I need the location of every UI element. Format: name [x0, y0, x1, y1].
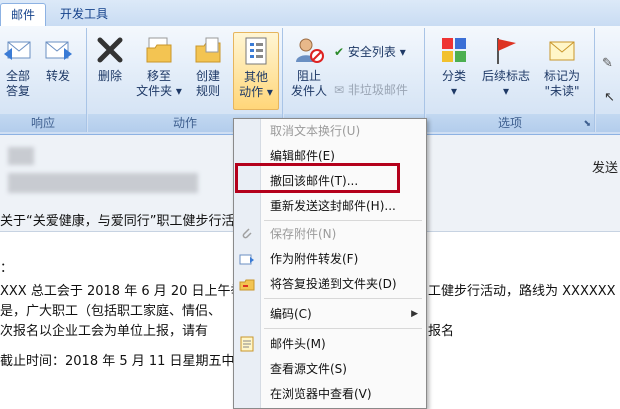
forward-button[interactable]: 转发 — [36, 32, 80, 108]
categorize-label-2: ▾ — [450, 84, 458, 98]
create-rule-label-1: 创建 — [195, 69, 220, 83]
block-sender-label-1: 阻止 — [296, 69, 321, 83]
follow-up-label-2: ▾ — [502, 84, 510, 98]
body-line-4: 次报名以企业工会为单位上报，请有 — [0, 324, 209, 339]
menu-item-label: 保存附件(N) — [270, 227, 337, 241]
safe-list-label: 安全列表 ▾ — [347, 45, 406, 59]
menu-item-label: 邮件头(M) — [270, 337, 326, 351]
tab-mail[interactable]: 邮件 — [0, 3, 47, 26]
email-subject: 关于“关爱健康，与爱同行”职工健步行活动 — [0, 214, 248, 229]
menu-item-encoding[interactable]: 编码(C) ▶ — [234, 302, 426, 326]
menu-item-label: 作为附件转发(F) — [270, 252, 359, 266]
partial-tool-icon[interactable]: ✎ — [602, 56, 613, 71]
recall-highlight-box — [235, 163, 400, 193]
group-junk: 阻止 发件人 ✔ 安全列表 ▾ ✉ 非垃圾邮件 — [284, 28, 425, 132]
reply-all-label-2: 答复 — [5, 84, 30, 98]
create-rule-button[interactable]: 创建 规则 — [186, 32, 230, 108]
redacted-recipients — [8, 173, 198, 193]
mark-unread-button[interactable]: 标记为 "未读" — [536, 32, 588, 108]
not-junk-icon: ✉ — [334, 83, 345, 97]
other-actions-menu: 取消文本换行(U) 编辑邮件(E) 撤回该邮件(T)... 重新发送这封邮件(H… — [233, 118, 427, 409]
move-label-1: 移至 — [146, 69, 171, 83]
move-label-2: 文件夹 ▾ — [136, 84, 182, 98]
group-options-label: 选项 — [426, 114, 594, 132]
tab-developer[interactable]: 开发工具 — [50, 3, 118, 25]
group-partial: ✎ ↖ — [596, 28, 620, 132]
reply-all-label-1: 全部 — [5, 69, 30, 83]
menu-item-label: 重新发送这封邮件(H)... — [270, 199, 396, 213]
menu-item-view-in-browser[interactable]: 在浏览器中查看(V) — [234, 382, 426, 406]
mark-unread-icon — [549, 41, 575, 61]
body-line-3: 是，广大职工（包括职工家庭、情侣、 — [0, 304, 222, 319]
create-rule-label-2: 规则 — [195, 84, 220, 98]
dialog-launcher-icon[interactable]: ⬊ — [583, 119, 591, 129]
body-line-1: ： — [0, 261, 14, 276]
block-sender-button[interactable]: 阻止 发件人 — [286, 32, 332, 108]
group-respond: 全部 答复 转发 响应 — [0, 28, 87, 132]
safe-list-button[interactable]: ✔ 安全列表 ▾ — [334, 42, 406, 62]
menu-item-deliver-replies-to-folder[interactable]: 将答复投递到文件夹(D) — [234, 272, 426, 296]
group-options: 分类 ▾ 后续标志 ▾ 标记为 "未读" 选项 ⬊ — [426, 28, 595, 132]
create-rule-icon — [195, 37, 221, 63]
menu-item-unwrap-text[interactable]: 取消文本换行(U) — [234, 119, 426, 143]
categorize-button[interactable]: 分类 ▾ — [432, 32, 476, 108]
menu-item-label: 取消文本换行(U) — [270, 124, 361, 138]
forward-attachment-icon — [239, 254, 254, 265]
follow-up-label-1: 后续标志 — [481, 69, 530, 83]
other-actions-label-1: 其他 — [243, 70, 268, 84]
menu-item-message-header[interactable]: 邮件头(M) — [234, 332, 426, 356]
delete-button[interactable]: 删除 — [88, 32, 132, 108]
safe-list-icon: ✔ — [334, 45, 345, 59]
forward-icon — [45, 41, 72, 60]
group-respond-label: 响应 — [0, 114, 86, 132]
reply-all-button[interactable]: 全部 答复 — [0, 32, 40, 108]
categorize-icon — [442, 38, 466, 62]
forward-label: 转发 — [45, 69, 70, 83]
not-junk-button[interactable]: ✉ 非垃圾邮件 — [334, 80, 408, 100]
menu-item-label: 编码(C) — [270, 307, 312, 321]
menu-item-label: 将答复投递到文件夹(D) — [270, 277, 397, 291]
block-sender-icon — [296, 38, 324, 63]
message-header-icon — [240, 336, 254, 352]
send-date-label: 发送 — [591, 161, 618, 176]
menu-item-save-attachments[interactable]: 保存附件(N) — [234, 222, 426, 246]
delete-label: 删除 — [97, 69, 122, 83]
menu-item-forward-as-attachment[interactable]: 作为附件转发(F) — [234, 247, 426, 271]
follow-up-flag-icon — [497, 38, 516, 64]
menu-separator — [264, 298, 422, 299]
other-actions-button[interactable]: 其他 动作 ▾ — [233, 32, 279, 110]
ribbon-tab-bar: 邮件 开发工具 — [0, 0, 620, 27]
mark-unread-label-2: "未读" — [544, 84, 580, 98]
body-line-4-right: 报名 — [428, 324, 455, 339]
body-line-2-right: 工健步行活动，路线为 XXXXXX — [428, 284, 616, 299]
other-actions-label-2: 动作 ▾ — [239, 85, 273, 99]
submenu-arrow-icon: ▶ — [411, 309, 418, 319]
other-actions-icon — [245, 37, 267, 65]
reply-all-icon — [4, 41, 31, 60]
categorize-label-1: 分类 — [441, 69, 466, 83]
menu-separator — [264, 220, 422, 221]
redacted-sender — [8, 147, 34, 165]
pointer-icon[interactable]: ↖ — [604, 90, 615, 105]
block-sender-label-2: 发件人 — [290, 84, 327, 98]
menu-item-view-source[interactable]: 查看源文件(S) — [234, 357, 426, 381]
paperclip-icon — [242, 228, 252, 239]
move-folder-icon — [146, 37, 172, 63]
not-junk-label: 非垃圾邮件 — [347, 83, 408, 97]
deliver-folder-icon — [239, 279, 255, 291]
delete-x-icon — [97, 37, 123, 63]
menu-item-resend-message[interactable]: 重新发送这封邮件(H)... — [234, 194, 426, 218]
menu-separator — [264, 328, 422, 329]
menu-item-label: 在浏览器中查看(V) — [270, 387, 372, 401]
group-partial-label — [596, 114, 620, 132]
body-line-2: XXX 总工会于 2018 年 6 月 20 日上午举 — [0, 284, 244, 299]
mark-unread-label-1: 标记为 — [543, 69, 580, 83]
body-line-5: 截止时间：2018 年 5 月 11 日星期五中 — [0, 354, 235, 369]
group-actions: 删除 移至 文件夹 ▾ 创建 规则 其他 动作 ▾ 动作 — [88, 28, 283, 132]
follow-up-button[interactable]: 后续标志 ▾ — [478, 32, 534, 108]
menu-item-label: 查看源文件(S) — [270, 362, 347, 376]
move-to-folder-button[interactable]: 移至 文件夹 ▾ — [134, 32, 184, 108]
